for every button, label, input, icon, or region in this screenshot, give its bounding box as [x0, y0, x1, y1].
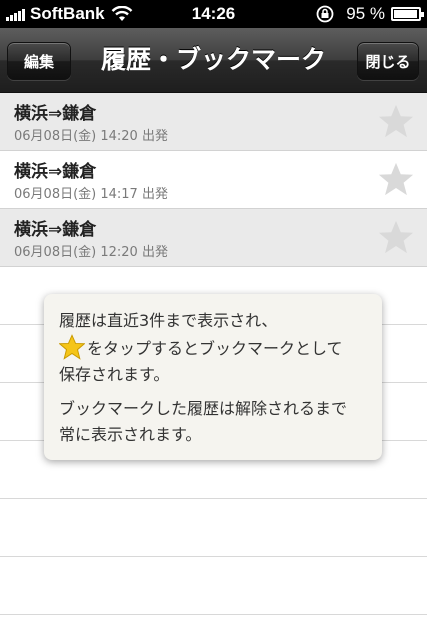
rotation-lock-icon [316, 5, 334, 23]
battery-percent: 95 % [346, 4, 385, 23]
page-title: 履歴・ブックマーク [100, 45, 326, 74]
edit-button[interactable]: 編集 [7, 42, 71, 80]
empty-row [0, 557, 427, 615]
battery-icon [391, 7, 424, 21]
help-text-2-label: をタップするとブックマークとして [87, 339, 343, 358]
bookmark-star-icon[interactable] [377, 160, 415, 198]
star-icon [59, 334, 85, 360]
departure-info: 06月08日(金) 12:20 出発 [14, 245, 168, 260]
bookmark-star-icon[interactable] [377, 218, 415, 256]
battery-fill [394, 10, 417, 18]
navigation-bar: 編集 履歴・ブックマーク 閉じる [0, 28, 427, 93]
help-text-3: 保存されます。 [59, 365, 170, 384]
status-bar: SoftBank 14:26 95 % [0, 0, 427, 28]
empty-row [0, 499, 427, 557]
departure-info: 06月08日(金) 14:20 出発 [14, 129, 168, 144]
help-text-1: 履歴は直近3件まで表示され、 [59, 311, 278, 330]
help-text-2: をタップするとブックマークとして [59, 334, 366, 362]
route-title: 横浜⇒鎌倉 [14, 220, 97, 240]
bookmark-star-icon[interactable] [377, 102, 415, 140]
close-button[interactable]: 閉じる [357, 42, 419, 80]
status-right: 95 % [316, 4, 424, 24]
history-row[interactable]: 横浜⇒鎌倉 06月08日(金) 12:20 出発 [0, 209, 427, 267]
history-row[interactable]: 横浜⇒鎌倉 06月08日(金) 14:20 出発 [0, 93, 427, 151]
history-row[interactable]: 横浜⇒鎌倉 06月08日(金) 14:17 出発 [0, 151, 427, 209]
route-title: 横浜⇒鎌倉 [14, 162, 97, 182]
route-title: 横浜⇒鎌倉 [14, 104, 97, 124]
departure-info: 06月08日(金) 14:17 出発 [14, 187, 168, 202]
help-text-4: ブックマークした履歴は解除されるまで [59, 399, 348, 418]
help-popup: 履歴は直近3件まで表示され、 をタップするとブックマークとして 保存されます。 … [44, 294, 382, 460]
help-text-5: 常に表示されます。 [59, 425, 202, 444]
